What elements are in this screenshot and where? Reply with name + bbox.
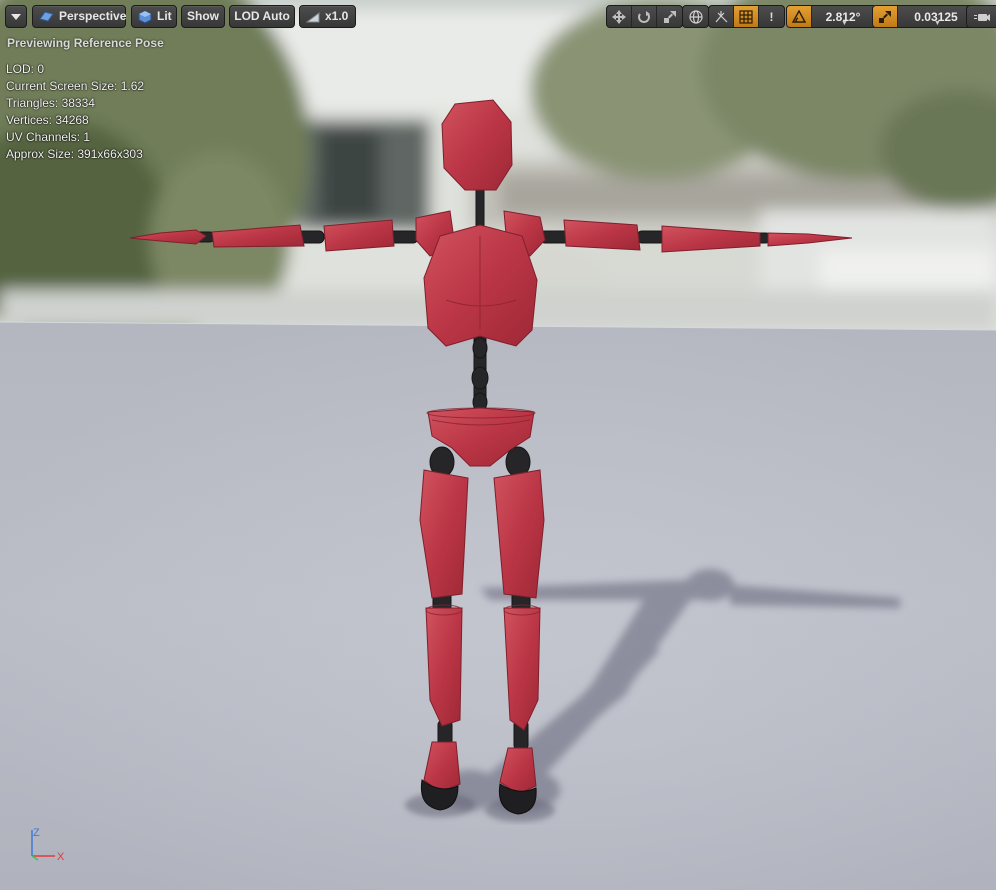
viewport-options-button[interactable] <box>5 5 27 28</box>
mesh-stats-panel: LOD: 0 Current Screen Size: 1.62 Triangl… <box>6 61 144 163</box>
warning-label: ! <box>769 9 774 24</box>
show-label: Show <box>187 9 219 23</box>
rotate-icon[interactable] <box>632 6 657 27</box>
rotation-snap-value[interactable]: 2.812° ▼ <box>812 6 876 28</box>
scale-snap-icon[interactable] <box>873 6 898 27</box>
chevron-down-icon: ▼ <box>841 20 848 27</box>
transform-tools-group <box>606 5 683 28</box>
stat-approx-size: Approx Size: 391x66x303 <box>6 147 143 161</box>
camera-speed-button[interactable] <box>966 5 996 28</box>
x-axis-label: X <box>57 851 65 863</box>
z-axis-label: Z <box>33 827 40 839</box>
stat-triangles: Triangles: 38334 <box>6 96 95 110</box>
grid-snap-icon[interactable] <box>734 6 759 27</box>
snap-tools-group: ! <box>708 5 785 28</box>
perspective-view-icon <box>39 11 54 22</box>
chevron-down-icon: ▼ <box>934 20 941 27</box>
viewport-scene[interactable] <box>0 0 996 890</box>
lod-button[interactable]: LOD Auto <box>229 5 295 28</box>
chevron-down-icon <box>11 13 21 20</box>
playback-speed-icon <box>306 11 320 23</box>
scale-snap-value[interactable]: 0.03125 ▼ <box>898 6 976 28</box>
translate-icon[interactable] <box>607 6 632 27</box>
viewport[interactable]: Perspective Lit Show LOD Auto x1.0 ! 2.8… <box>0 0 996 890</box>
show-button[interactable]: Show <box>181 5 225 28</box>
preview-mode-title: Previewing Reference Pose <box>7 36 164 50</box>
globe-icon <box>683 6 708 27</box>
camera-speed-icon <box>967 6 996 27</box>
lit-cube-icon <box>138 9 152 24</box>
scale-icon[interactable] <box>657 6 682 27</box>
world-local-toggle[interactable] <box>682 5 709 28</box>
axis-gizmo: Z X <box>31 827 65 863</box>
scale-snap-group: 0.03125 ▼ <box>872 5 977 28</box>
warning-button[interactable]: ! <box>759 6 784 27</box>
perspective-button[interactable]: Perspective <box>32 5 126 28</box>
stat-vertices: Vertices: 34268 <box>6 113 89 127</box>
perspective-label: Perspective <box>59 9 127 23</box>
view-mode-button[interactable]: Lit <box>131 5 177 28</box>
stat-uv-channels: UV Channels: 1 <box>6 130 91 144</box>
rotation-snap-icon[interactable] <box>787 6 812 27</box>
rotation-snap-group: 2.812° ▼ <box>786 5 877 28</box>
lit-label: Lit <box>157 9 172 23</box>
playback-speed-button[interactable]: x1.0 <box>299 5 356 28</box>
lod-label: LOD Auto <box>234 9 290 23</box>
surface-snap-icon[interactable] <box>709 6 734 27</box>
playback-speed-label: x1.0 <box>325 9 349 23</box>
stat-screen-size: Current Screen Size: 1.62 <box>6 79 145 93</box>
stat-lod: LOD: 0 <box>6 62 45 76</box>
